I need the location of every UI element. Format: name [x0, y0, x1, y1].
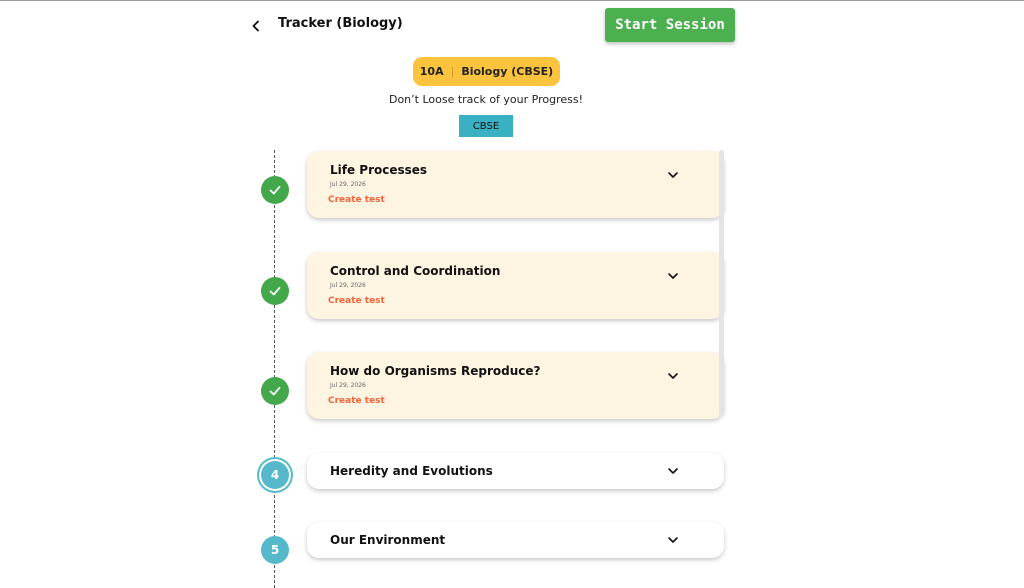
chapter-card[interactable]: How do Organisms Reproduce? Jul 29, 2026… — [307, 352, 724, 419]
chapter-title: Our Environment — [330, 533, 446, 547]
badge-separator: | — [450, 65, 455, 78]
chapter-card[interactable]: Heredity and Evolutions — [307, 453, 724, 489]
chapter-card[interactable]: Life Processes Jul 29, 2026 Create test — [307, 151, 724, 218]
subject-label: Biology (CBSE) — [461, 65, 554, 78]
chapter-status-marker — [261, 377, 289, 405]
check-icon — [269, 286, 281, 296]
chapter-card[interactable]: Control and Coordination Jul 29, 2026 Cr… — [307, 252, 724, 319]
create-test-link[interactable]: Create test — [328, 195, 385, 205]
board-tag: CBSE — [459, 115, 513, 137]
chapter-status-marker — [261, 176, 289, 204]
chapter-date: Jul 29, 2026 — [330, 181, 366, 188]
chapter-title: Heredity and Evolutions — [330, 464, 493, 478]
header: Tracker (Biology) Start Session — [244, 8, 736, 42]
chapter-card[interactable]: Our Environment — [307, 522, 724, 558]
chevron-down-icon — [668, 468, 678, 474]
expand-button[interactable] — [664, 267, 682, 285]
class-subject-badge: 10A | Biology (CBSE) — [413, 57, 560, 86]
create-test-link[interactable]: Create test — [328, 396, 385, 406]
chapter-date: Jul 29, 2026 — [330, 282, 366, 289]
chapter-title: Life Processes — [330, 163, 428, 177]
expand-button[interactable] — [664, 531, 682, 549]
expand-button[interactable] — [664, 166, 682, 184]
chevron-down-icon — [668, 537, 678, 543]
top-divider — [0, 0, 1024, 1]
chapter-date: Jul 29, 2026 — [330, 382, 366, 389]
chapter-number-marker: 5 — [261, 536, 289, 564]
scrollbar[interactable] — [719, 150, 724, 417]
check-icon — [269, 185, 281, 195]
check-icon — [269, 386, 281, 396]
start-session-button[interactable]: Start Session — [605, 8, 735, 42]
chevron-left-icon — [252, 20, 259, 32]
chapter-title: Control and Coordination — [330, 264, 501, 278]
chevron-down-icon — [668, 172, 678, 178]
chevron-down-icon — [668, 273, 678, 279]
progress-subtitle: Don’t Loose track of your Progress! — [388, 93, 584, 106]
expand-button[interactable] — [664, 367, 682, 385]
chevron-down-icon — [668, 373, 678, 379]
create-test-link[interactable]: Create test — [328, 296, 385, 306]
timeline-line — [274, 150, 275, 588]
expand-button[interactable] — [664, 462, 682, 480]
page-title: Tracker (Biology) — [278, 16, 403, 31]
chapter-status-marker — [261, 277, 289, 305]
chapter-number-marker: 4 — [261, 461, 289, 489]
chapter-title: How do Organisms Reproduce? — [330, 364, 541, 378]
grade-label: 10A — [419, 65, 444, 78]
back-button[interactable] — [246, 16, 266, 36]
